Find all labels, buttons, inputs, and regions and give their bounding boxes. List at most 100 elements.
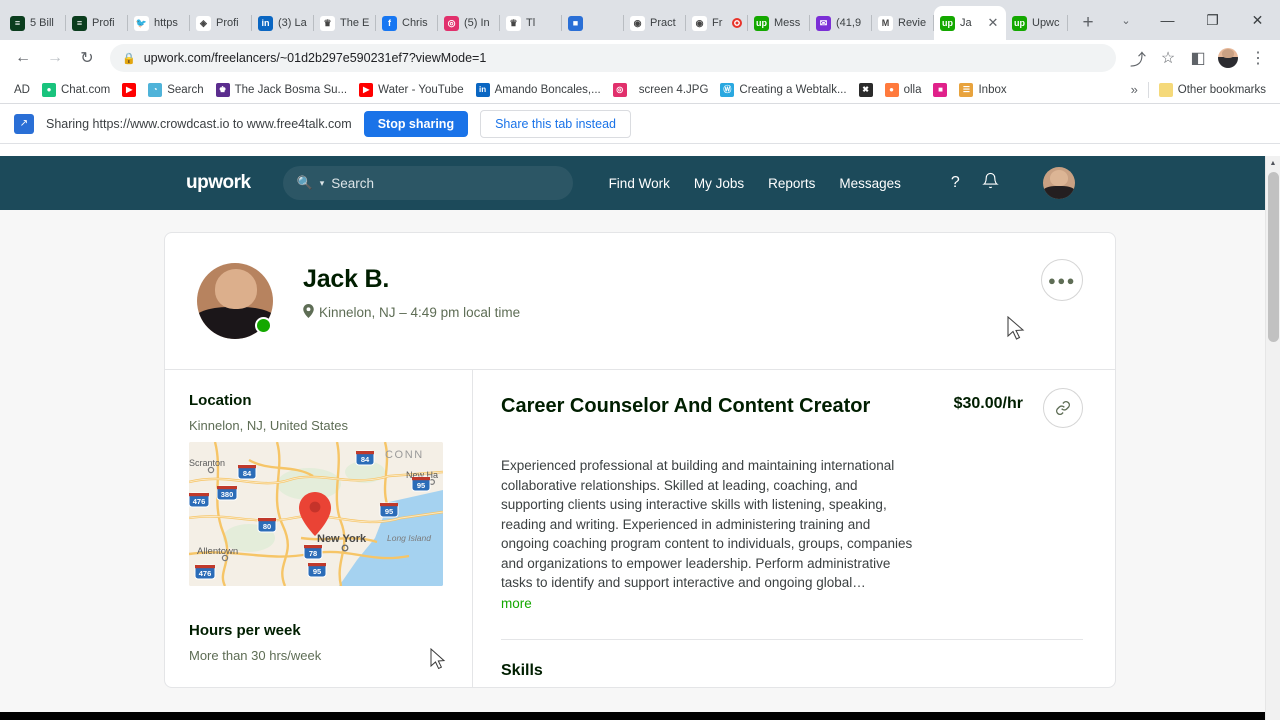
nav-icons: ? — [951, 167, 1075, 199]
bookmark-item[interactable]: ☰ Inbox — [953, 80, 1012, 100]
bookmark-item[interactable]: ▶ — [116, 80, 142, 100]
browser-tab[interactable]: ■ — [562, 6, 624, 40]
bookmark-item[interactable]: ◔ Search — [142, 80, 209, 100]
twitter-icon: 🐦 — [134, 15, 149, 31]
svg-text:84: 84 — [243, 469, 252, 478]
browser-tab[interactable]: ◉ Pract — [624, 6, 686, 40]
svg-text:Allentown: Allentown — [197, 546, 238, 557]
bookmark-star-icon[interactable]: ☆ — [1154, 44, 1182, 72]
profile-location: Kinnelon, NJ – 4:49 pm local time — [303, 304, 520, 321]
bookmark-item[interactable]: ■ — [927, 80, 953, 100]
more-link[interactable]: more — [501, 596, 532, 611]
svg-text:95: 95 — [385, 507, 393, 516]
browser-tab[interactable]: up Upwc — [1006, 6, 1068, 40]
browser-tab[interactable]: ✉ (41,9 — [810, 6, 872, 40]
mouse-cursor-map — [430, 647, 448, 677]
youtube-icon: ▶ — [359, 82, 374, 97]
tab-label: (3) La — [278, 17, 307, 29]
browser-tab[interactable]: ◎ (5) In — [438, 6, 500, 40]
tab-search-icon[interactable]: ⌄ — [1107, 0, 1145, 40]
reload-button[interactable]: ↻ — [72, 43, 102, 73]
window-maximize-button[interactable]: ❐ — [1190, 0, 1235, 40]
bookmark-item[interactable]: in Amando Boncales,... — [470, 80, 607, 100]
share-this-tab-instead-button[interactable]: Share this tab instead — [480, 109, 632, 138]
browser-tab[interactable]: ≡ 5 Bill — [4, 6, 66, 40]
location-map[interactable]: Scranton Allentown New York New Ha Long … — [189, 442, 443, 586]
bookmarks-overflow-button[interactable]: » — [1125, 79, 1144, 100]
bookmark-item[interactable]: ♚ The Jack Bosma Su... — [210, 80, 354, 100]
browser-tab[interactable]: 🐦 https — [128, 6, 190, 40]
stop-sharing-button[interactable]: Stop sharing — [363, 110, 469, 137]
user-avatar[interactable] — [1042, 167, 1075, 199]
copy-link-button[interactable] — [1043, 388, 1083, 428]
forward-button[interactable]: → — [40, 43, 70, 73]
browser-tab[interactable]: ◉ Fr — [686, 6, 748, 40]
svg-text:80: 80 — [263, 522, 271, 531]
browser-tab[interactable]: ♛ The E — [314, 6, 376, 40]
bookmark-label: Water - YouTube — [378, 83, 464, 96]
profile-card: Jack B. Kinnelon, NJ – 4:49 pm local tim… — [164, 232, 1116, 688]
svg-text:Long Island: Long Island — [387, 533, 431, 543]
profile-more-menu-button[interactable]: ●●● — [1041, 259, 1083, 301]
bookmark-item[interactable]: ✖ — [853, 80, 879, 100]
svg-text:78: 78 — [309, 549, 317, 558]
scrollbar-thumb[interactable] — [1268, 172, 1279, 342]
browser-tab[interactable]: up Ja ✕ — [934, 6, 1006, 40]
sharing-message: Sharing https://www.crowdcast.io to www.… — [46, 116, 352, 131]
bookmark-item[interactable]: ▶ Water - YouTube — [353, 80, 469, 100]
browser-tab[interactable]: ≡ Profi — [66, 6, 128, 40]
bookmark-item[interactable]: ● Chat.com — [36, 80, 116, 100]
gmail-icon: M — [878, 15, 893, 31]
bookmark-item[interactable]: ◎ — [607, 80, 633, 100]
browser-tab[interactable]: in (3) La — [252, 6, 314, 40]
side-panel-icon[interactable]: ◧ — [1184, 44, 1212, 72]
address-bar[interactable]: 🔒 upwork.com/freelancers/~01d2b297e59023… — [110, 44, 1116, 72]
linkedin-icon: in — [258, 15, 273, 31]
browser-tab[interactable]: M Revie — [872, 6, 934, 40]
notification-bell-icon[interactable] — [982, 172, 999, 194]
tab-label: The E — [340, 17, 370, 29]
help-icon[interactable]: ? — [951, 174, 960, 192]
page-scrollbar[interactable]: ▲ — [1265, 156, 1280, 720]
chevron-down-icon[interactable]: ▾ — [320, 178, 325, 189]
inbox-icon: ☰ — [959, 82, 974, 97]
browser-tab[interactable]: up Mess — [748, 6, 810, 40]
bookmark-list: AD ● Chat.com ▶ ◔ Search ♚ The Jack Bosma Su...… — [8, 80, 1013, 100]
hours-title: Hours per week — [189, 622, 301, 639]
search-input[interactable]: 🔍 ▾ Search — [282, 166, 573, 200]
svg-text:Scranton: Scranton — [189, 458, 225, 468]
tab-close-button[interactable]: ✕ — [986, 16, 1000, 30]
nav-link-find-work[interactable]: Find Work — [609, 176, 670, 191]
new-tab-button[interactable]: + — [1074, 9, 1102, 37]
share-icon[interactable]: ⤴ — [1124, 44, 1152, 72]
window-close-button[interactable]: ✕ — [1235, 0, 1280, 40]
bookmark-label: Search — [167, 83, 204, 96]
browser-tab[interactable]: f Chris — [376, 6, 438, 40]
bookmark-item[interactable]: screen 4.JPG — [633, 81, 715, 99]
chrome-menu-icon[interactable]: ⋮ — [1244, 44, 1272, 72]
browser-tab[interactable]: ◈ Profi — [190, 6, 252, 40]
nav-link-reports[interactable]: Reports — [768, 176, 815, 191]
nav-link-my-jobs[interactable]: My Jobs — [694, 176, 744, 191]
upwork-logo[interactable]: upwork — [186, 172, 251, 194]
search-bm-icon: ◔ — [148, 82, 163, 97]
folder-icon — [1158, 82, 1173, 97]
other-bookmarks-button[interactable]: Other bookmarks — [1153, 80, 1272, 100]
bookmark-item[interactable]: AD — [8, 81, 36, 99]
window-minimize-button[interactable]: — — [1145, 0, 1190, 40]
toolbar-icons: ⤴ ☆ ◧ ⋮ — [1124, 44, 1272, 72]
tab-label: Fr — [712, 17, 723, 29]
location-value: Kinnelon, NJ, United States — [189, 418, 348, 433]
hours-value: More than 30 hrs/week — [189, 648, 322, 663]
chrome-profile-avatar[interactable] — [1214, 44, 1242, 72]
nav-link-messages[interactable]: Messages — [839, 176, 901, 191]
bookmark-item[interactable]: ● olla — [879, 80, 928, 100]
scroll-up-arrow-icon[interactable]: ▲ — [1266, 156, 1280, 171]
browser-tab[interactable]: ♛ Tl — [500, 6, 562, 40]
back-button[interactable]: ← — [8, 43, 38, 73]
tab-label: Upwc — [1032, 17, 1060, 29]
svg-text:380: 380 — [221, 490, 234, 499]
bookmark-label: screen 4.JPG — [638, 83, 709, 96]
skills-section: Skills — [501, 638, 1083, 680]
bookmark-item[interactable]: Ⓦ Creating a Webtalk... — [714, 80, 852, 100]
